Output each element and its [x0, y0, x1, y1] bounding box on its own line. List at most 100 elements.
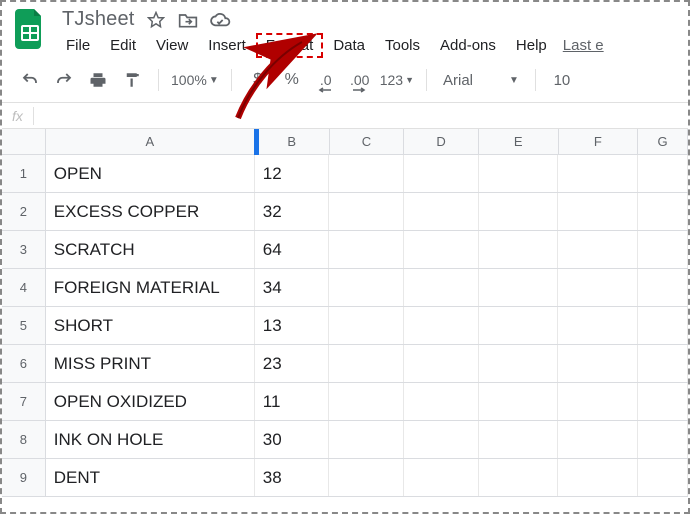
increase-decimals-button[interactable]: .00 [346, 66, 374, 94]
cell[interactable]: 32 [255, 193, 330, 230]
redo-button[interactable] [50, 66, 78, 94]
row-header[interactable]: 5 [2, 307, 46, 344]
cell[interactable] [479, 307, 559, 344]
cell[interactable] [638, 269, 688, 306]
cell[interactable] [638, 383, 688, 420]
font-size-input[interactable]: 10 [548, 72, 576, 89]
cell[interactable] [329, 421, 404, 458]
column-header-e[interactable]: E [479, 129, 559, 154]
cell[interactable] [329, 459, 404, 496]
currency-button[interactable]: $ [244, 66, 272, 94]
cell[interactable] [638, 421, 688, 458]
column-header-g[interactable]: G [638, 129, 688, 154]
row-header[interactable]: 9 [2, 459, 46, 496]
cell[interactable] [479, 231, 559, 268]
cell[interactable] [329, 345, 404, 382]
cell[interactable]: 13 [255, 307, 330, 344]
cell[interactable] [404, 383, 479, 420]
cell[interactable] [329, 231, 404, 268]
cell[interactable] [479, 459, 559, 496]
cell[interactable] [638, 193, 688, 230]
sheets-logo[interactable] [12, 9, 48, 57]
cell[interactable]: DENT [46, 459, 255, 496]
column-header-a[interactable]: A [46, 129, 255, 154]
undo-button[interactable] [16, 66, 44, 94]
print-button[interactable] [84, 66, 112, 94]
font-picker[interactable]: Arial ▼ [439, 72, 523, 89]
cell[interactable] [638, 345, 688, 382]
menu-tools[interactable]: Tools [375, 33, 430, 58]
cell[interactable]: 30 [255, 421, 330, 458]
cell[interactable]: SHORT [46, 307, 255, 344]
menu-data[interactable]: Data [323, 33, 375, 58]
menu-addons[interactable]: Add-ons [430, 33, 506, 58]
menu-help[interactable]: Help [506, 33, 557, 58]
column-header-d[interactable]: D [404, 129, 479, 154]
percent-button[interactable]: % [278, 66, 306, 94]
last-edit-link[interactable]: Last e [563, 37, 604, 54]
row-header[interactable]: 4 [2, 269, 46, 306]
cell[interactable] [638, 307, 688, 344]
row-header[interactable]: 6 [2, 345, 46, 382]
cell[interactable]: 64 [255, 231, 330, 268]
cell[interactable] [558, 421, 638, 458]
doc-title[interactable]: TJsheet [62, 8, 135, 31]
cell[interactable] [558, 231, 638, 268]
menu-view[interactable]: View [146, 33, 198, 58]
column-resize-handle[interactable] [254, 129, 259, 155]
menu-edit[interactable]: Edit [100, 33, 146, 58]
cell[interactable] [558, 155, 638, 192]
select-all-cell[interactable] [2, 129, 46, 154]
decrease-decimals-button[interactable]: .0 [312, 66, 340, 94]
cell[interactable] [479, 269, 559, 306]
cell[interactable] [329, 155, 404, 192]
cell[interactable] [404, 269, 479, 306]
cell[interactable] [479, 421, 559, 458]
cell[interactable] [404, 345, 479, 382]
cell[interactable] [558, 193, 638, 230]
cell[interactable] [329, 269, 404, 306]
column-header-b[interactable]: B [255, 129, 330, 154]
cell[interactable] [558, 459, 638, 496]
cell[interactable] [638, 231, 688, 268]
column-header-c[interactable]: C [330, 129, 405, 154]
cell[interactable]: EXCESS COPPER [46, 193, 255, 230]
row-header[interactable]: 8 [2, 421, 46, 458]
cell[interactable] [558, 269, 638, 306]
row-header[interactable]: 2 [2, 193, 46, 230]
cell[interactable] [479, 193, 559, 230]
cell[interactable]: FOREIGN MATERIAL [46, 269, 255, 306]
move-folder-icon[interactable] [177, 9, 199, 31]
cell[interactable] [479, 155, 559, 192]
number-format-menu[interactable]: 123 ▼ [380, 72, 414, 88]
paint-format-button[interactable] [118, 66, 146, 94]
cell[interactable] [329, 307, 404, 344]
cell[interactable] [479, 345, 559, 382]
menu-file[interactable]: File [56, 33, 100, 58]
cell[interactable] [404, 155, 479, 192]
cell[interactable]: 38 [255, 459, 330, 496]
zoom-select[interactable]: 100% ▼ [171, 72, 219, 88]
row-header[interactable]: 3 [2, 231, 46, 268]
star-icon[interactable] [145, 9, 167, 31]
cell[interactable]: OPEN OXIDIZED [46, 383, 255, 420]
cell[interactable]: 34 [255, 269, 330, 306]
cell[interactable]: 11 [255, 383, 330, 420]
cell[interactable]: INK ON HOLE [46, 421, 255, 458]
cell[interactable] [558, 383, 638, 420]
cell[interactable] [404, 307, 479, 344]
cell[interactable]: MISS PRINT [46, 345, 255, 382]
cloud-saved-icon[interactable] [209, 9, 231, 31]
row-header[interactable]: 1 [2, 155, 46, 192]
cell[interactable] [479, 383, 559, 420]
cell[interactable] [404, 231, 479, 268]
cell[interactable]: SCRATCH [46, 231, 255, 268]
cell[interactable] [404, 193, 479, 230]
cell[interactable] [638, 155, 688, 192]
cell[interactable] [329, 383, 404, 420]
cell[interactable] [329, 193, 404, 230]
menu-insert[interactable]: Insert [198, 33, 256, 58]
cell[interactable]: 23 [255, 345, 330, 382]
row-header[interactable]: 7 [2, 383, 46, 420]
column-header-f[interactable]: F [559, 129, 639, 154]
